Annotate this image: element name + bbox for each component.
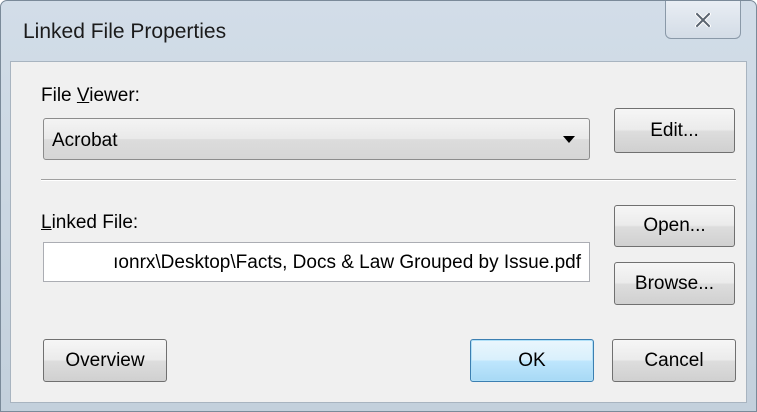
- ok-button[interactable]: OK: [470, 339, 594, 382]
- section-divider: [41, 179, 736, 181]
- file-viewer-label-prefix: File: [41, 85, 77, 106]
- linked-file-label-accel: L: [41, 212, 52, 233]
- linked-file-label-suffix: inked File:: [51, 212, 139, 233]
- edit-button[interactable]: Edit...: [614, 108, 735, 153]
- file-viewer-select[interactable]: Acrobat: [43, 118, 590, 160]
- linked-file-path-value: ıonrx\Desktop\Facts, Docs & Law Grouped …: [113, 252, 581, 273]
- window-title: Linked File Properties: [23, 20, 227, 43]
- file-viewer-label-accel: V: [76, 85, 90, 106]
- close-icon: [695, 12, 711, 27]
- linked-file-path-field[interactable]: ıonrx\Desktop\Facts, Docs & Law Grouped …: [43, 242, 590, 282]
- open-button[interactable]: Open...: [614, 205, 735, 247]
- file-viewer-selected-value: Acrobat: [52, 130, 118, 151]
- title-bar[interactable]: Linked File Properties: [1, 1, 756, 61]
- file-viewer-label-suffix: iewer:: [89, 85, 140, 106]
- linked-file-label: Linked File:: [41, 212, 138, 234]
- dialog-body: File Viewer: Acrobat Edit... Linked File…: [10, 61, 747, 403]
- close-button[interactable]: [665, 1, 741, 39]
- cancel-button[interactable]: Cancel: [612, 339, 736, 382]
- chevron-down-icon[interactable]: [563, 136, 575, 143]
- dialog-window: Linked File Properties File Viewer: Acro…: [0, 0, 757, 412]
- overview-button[interactable]: Overview: [43, 339, 167, 382]
- file-viewer-label: File Viewer:: [41, 85, 140, 107]
- browse-button[interactable]: Browse...: [614, 262, 735, 305]
